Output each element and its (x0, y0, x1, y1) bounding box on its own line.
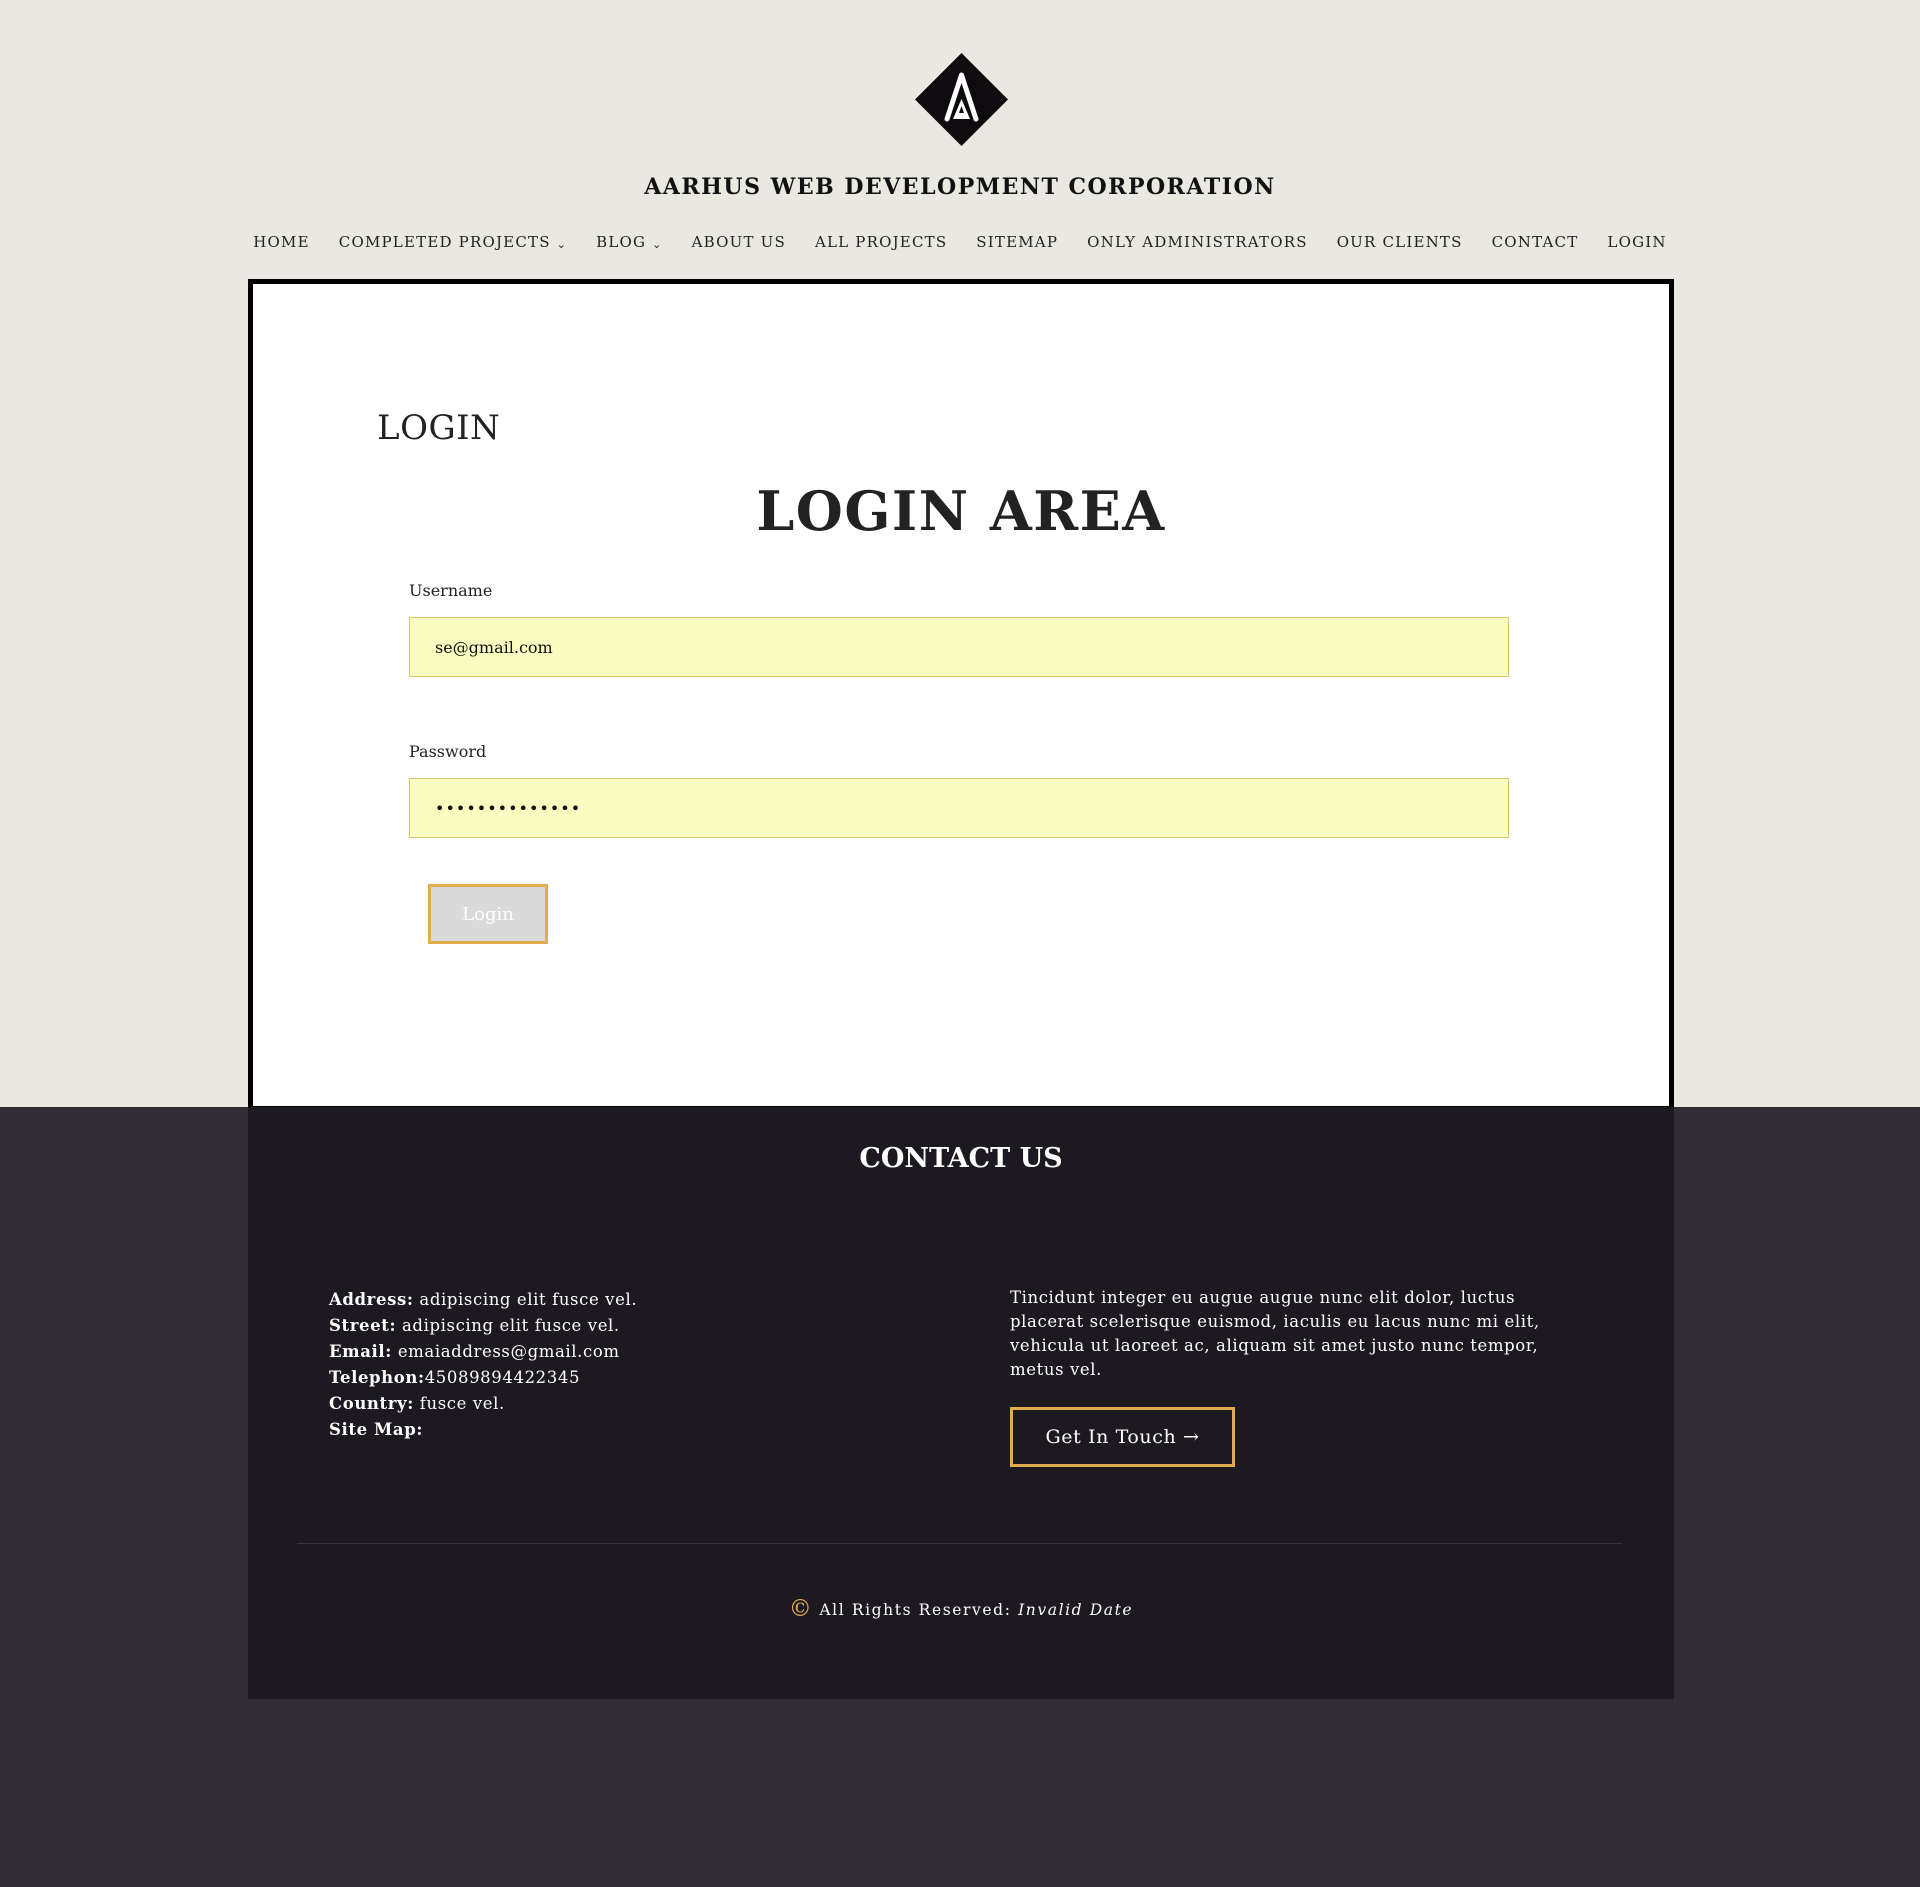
address-value: adipiscing elit fusce vel. (413, 1290, 638, 1309)
main-navigation: HOME COMPLETED PROJECTS ⌄ BLOG ⌄ ABOUT US … (0, 233, 1920, 251)
nav-item-label: ALL PROJECTS (814, 233, 948, 251)
footer-divider (297, 1543, 1622, 1544)
nav-item-label: ONLY ADMINISTRATORS (1087, 233, 1308, 251)
nav-item-sitemap[interactable]: SITEMAP (962, 233, 1073, 251)
copyright-date: Invalid Date (1018, 1601, 1134, 1619)
password-label: Password (409, 742, 487, 761)
nav-item-about-us[interactable]: ABOUT US (677, 233, 800, 251)
get-in-touch-button[interactable]: Get In Touch → (1010, 1407, 1235, 1467)
nav-item-contact[interactable]: CONTACT (1477, 233, 1593, 251)
nav-item-blog[interactable]: BLOG ⌄ (582, 233, 678, 251)
login-area-heading: LOGIN AREA (756, 479, 1166, 543)
contact-email: Email: emaiaddress@gmail.com (329, 1339, 637, 1365)
country-value: fusce vel. (413, 1394, 505, 1413)
diamond-a-logo-icon[interactable] (915, 53, 1008, 146)
nav-item-label: ABOUT US (691, 233, 786, 251)
contact-street: Street: adipiscing elit fusce vel. (329, 1313, 637, 1339)
login-content-box: LOGIN LOGIN AREA Username Password Login (248, 279, 1674, 1111)
username-field[interactable] (409, 617, 1509, 677)
country-key: Country: (329, 1394, 414, 1413)
footer-description: Tincidunt integer eu augue augue nunc el… (1010, 1288, 1540, 1379)
nav-item-label: LOGIN (1607, 233, 1667, 251)
copyright-text: All Rights Reserved: (819, 1601, 1019, 1619)
nav-item-all-projects[interactable]: ALL PROJECTS (800, 233, 961, 251)
nav-item-label: OUR CLIENTS (1336, 233, 1463, 251)
sitemap-key[interactable]: Site Map: (329, 1420, 423, 1439)
username-label: Username (409, 581, 493, 600)
nav-item-home[interactable]: HOME (239, 233, 325, 251)
password-field[interactable] (409, 778, 1509, 838)
telephone-key: Telephon: (329, 1368, 425, 1387)
contact-us-heading: CONTACT US (859, 1143, 1063, 1174)
telephone-value[interactable]: 45089894422345 (425, 1368, 580, 1387)
nav-item-label: CONTACT (1491, 233, 1579, 251)
chevron-down-icon: ⌄ (556, 238, 568, 251)
copyright: © All Rights Reserved: Invalid Date (248, 1595, 1674, 1622)
footer: CONTACT US Address: adipiscing elit fusc… (248, 1107, 1674, 1699)
nav-item-our-clients[interactable]: OUR CLIENTS (1322, 233, 1477, 251)
nav-item-label: BLOG (596, 233, 647, 251)
contact-country: Country: fusce vel. (329, 1391, 637, 1417)
street-key: Street: (329, 1316, 397, 1335)
page-title: LOGIN (377, 408, 501, 448)
contact-details: Address: adipiscing elit fusce vel. Stre… (329, 1287, 637, 1443)
contact-address: Address: adipiscing elit fusce vel. (329, 1287, 637, 1313)
nav-item-label: SITEMAP (976, 233, 1059, 251)
site-title[interactable]: AARHUS WEB DEVELOPMENT CORPORATION (0, 174, 1920, 200)
nav-item-only-administrators[interactable]: ONLY ADMINISTRATORS (1073, 233, 1323, 251)
chevron-down-icon: ⌄ (652, 238, 663, 251)
nav-item-label: HOME (253, 233, 310, 251)
nav-item-completed-projects[interactable]: COMPLETED PROJECTS ⌄ (324, 233, 581, 251)
contact-sitemap: Site Map: (329, 1417, 637, 1443)
login-button[interactable]: Login (428, 884, 548, 944)
copyright-icon: © (788, 1596, 814, 1622)
address-key: Address: (329, 1290, 414, 1309)
nav-item-login[interactable]: LOGIN (1593, 233, 1681, 251)
nav-item-label: COMPLETED PROJECTS (338, 233, 551, 251)
email-key: Email: (329, 1342, 392, 1361)
contact-telephone: Telephon:45089894422345 (329, 1365, 637, 1391)
email-value[interactable]: emaiaddress@gmail.com (392, 1342, 620, 1361)
street-value: adipiscing elit fusce vel. (396, 1316, 620, 1335)
